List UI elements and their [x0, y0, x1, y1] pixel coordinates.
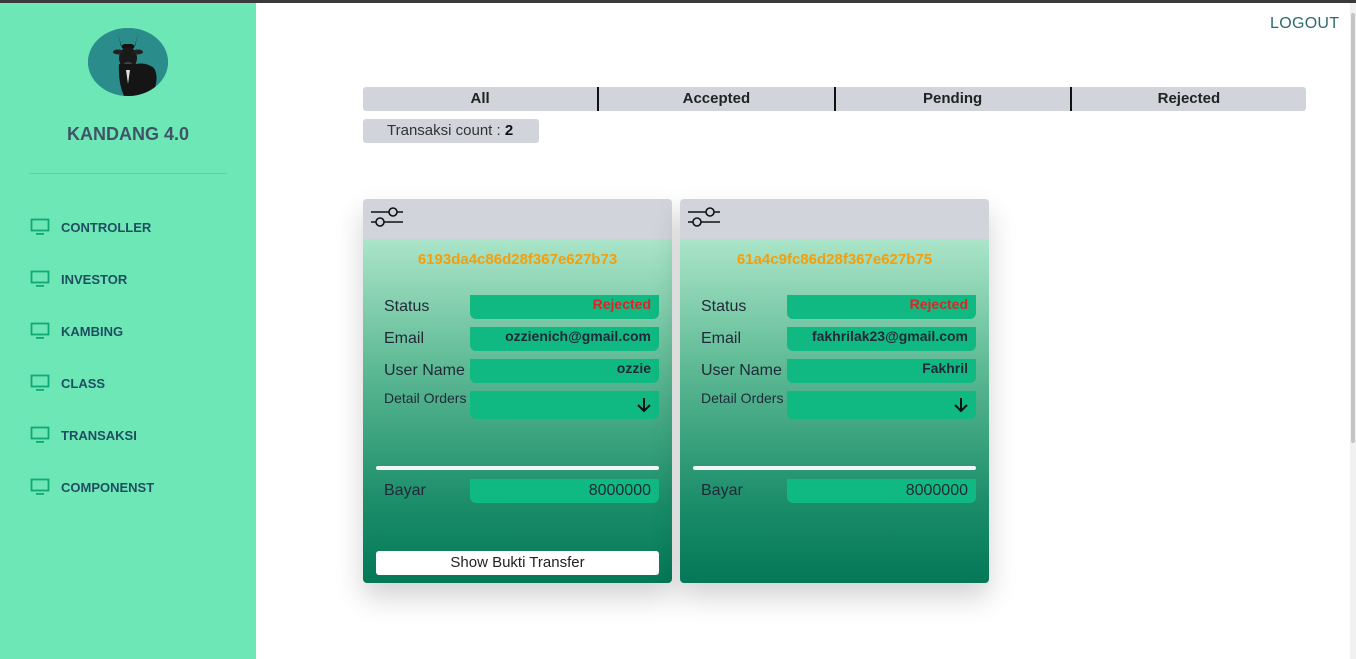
username-value: ozzie [470, 359, 659, 383]
email-row: Email ozzienich@gmail.com [384, 327, 659, 351]
detail-orders-row: Detail Orders [701, 390, 976, 419]
sidebar-item-class[interactable]: CLASS [30, 370, 154, 396]
username-label: User Name [384, 362, 465, 379]
count-label: Transaksi count : [387, 122, 505, 139]
monitor-icon [30, 374, 50, 391]
sidebar-item-label: COMPONENST [61, 479, 155, 495]
page-scrollbar[interactable] [1350, 3, 1356, 659]
email-value: fakhrilak23@gmail.com [787, 327, 976, 351]
tab-all[interactable]: All [363, 87, 597, 111]
sidebar-item-controller[interactable]: CONTROLLER [30, 214, 154, 240]
tab-pending[interactable]: Pending [833, 87, 1070, 111]
brand-title: KANDANG 4.0 [66, 124, 190, 144]
sidebar-divider [29, 173, 227, 174]
show-bukti-transfer-button[interactable]: Show Bukti Transfer [376, 551, 659, 575]
count-value: 2 [504, 122, 514, 139]
goat-logo-avatar [88, 28, 168, 96]
sliders-icon[interactable] [687, 206, 721, 228]
detail-orders-row: Detail Orders [384, 390, 659, 419]
transaction-card: 6193da4c86d28f367e627b73 Status Rejected… [363, 199, 672, 583]
sidebar-item-componenst[interactable]: COMPONENST [30, 474, 154, 500]
email-label: Email [701, 330, 742, 347]
scrollbar-thumb[interactable] [1351, 13, 1355, 443]
card-header [680, 199, 989, 239]
monitor-icon [30, 218, 50, 235]
bayar-label: Bayar [384, 482, 426, 499]
username-row: User Name Fakhril [701, 359, 976, 383]
sliders-icon[interactable] [370, 206, 404, 228]
email-row: Email fakhrilak23@gmail.com [701, 327, 976, 351]
card-divider [376, 466, 659, 470]
bayar-label: Bayar [701, 482, 743, 499]
transaction-count: Transaksi count : 2 [363, 119, 539, 143]
sidebar-item-label: KAMBING [61, 323, 124, 339]
sidebar-item-label: CONTROLLER [61, 219, 152, 235]
logout-link[interactable]: LOGOUT [1270, 15, 1339, 33]
sidebar-item-label: INVESTOR [61, 271, 128, 287]
detail-orders-dropdown[interactable] [470, 391, 659, 419]
username-row: User Name ozzie [384, 359, 659, 383]
monitor-icon [30, 322, 50, 339]
status-label: Status [701, 298, 747, 315]
monitor-icon [30, 478, 50, 495]
card-divider [693, 466, 976, 470]
username-value: Fakhril [787, 359, 976, 383]
sidebar: KANDANG 4.0 CONTROLLER INVESTOR KAMBING … [0, 3, 256, 659]
transaction-id: 6193da4c86d28f367e627b73 [417, 251, 618, 268]
email-value: ozzienich@gmail.com [470, 327, 659, 351]
bayar-row: Bayar 8000000 [384, 479, 659, 503]
email-label: Email [384, 330, 425, 347]
detail-orders-dropdown[interactable] [787, 391, 976, 419]
tab-accepted[interactable]: Accepted [597, 87, 833, 111]
status-value: Rejected [787, 295, 976, 319]
tab-rejected[interactable]: Rejected [1069, 87, 1306, 111]
sidebar-item-label: TRANSAKSI [61, 427, 137, 443]
monitor-icon [30, 426, 50, 443]
sidebar-menu: CONTROLLER INVESTOR KAMBING CLASS TRANSA… [30, 214, 154, 526]
status-label: Status [384, 298, 430, 315]
status-row: Status Rejected [701, 295, 976, 319]
transaction-card: 61a4c9fc86d28f367e627b75 Status Rejected… [680, 199, 989, 583]
sidebar-item-kambing[interactable]: KAMBING [30, 318, 154, 344]
detail-orders-label: Detail Orders [384, 390, 467, 406]
status-filter-tabs: All Accepted Pending Rejected [363, 87, 1306, 111]
arrow-down-icon [954, 398, 968, 413]
status-row: Status Rejected [384, 295, 659, 319]
sidebar-item-label: CLASS [61, 375, 106, 391]
detail-orders-label: Detail Orders [701, 390, 784, 406]
card-header [363, 199, 672, 239]
transaction-id: 61a4c9fc86d28f367e627b75 [736, 251, 933, 268]
username-label: User Name [701, 362, 782, 379]
bayar-value: 8000000 [470, 479, 659, 503]
bayar-row: Bayar 8000000 [701, 479, 976, 503]
bayar-value: 8000000 [787, 479, 976, 503]
arrow-down-icon [637, 398, 651, 413]
sidebar-item-investor[interactable]: INVESTOR [30, 266, 154, 292]
sidebar-item-transaksi[interactable]: TRANSAKSI [30, 422, 154, 448]
monitor-icon [30, 270, 50, 287]
status-value: Rejected [470, 295, 659, 319]
